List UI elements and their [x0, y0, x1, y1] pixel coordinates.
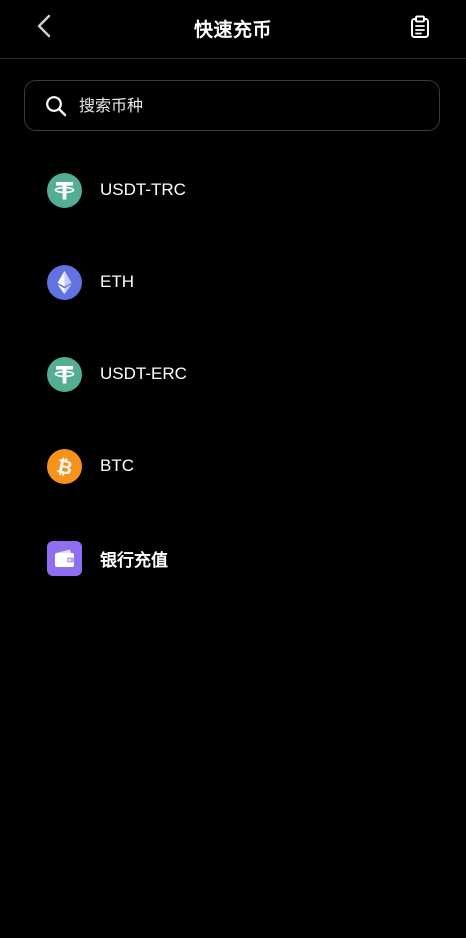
search-input[interactable]: [79, 96, 409, 115]
search-icon: [45, 95, 67, 117]
coin-item-usdt-erc[interactable]: USDT-ERC: [0, 328, 466, 420]
ethereum-icon: [47, 264, 82, 300]
clipboard-icon: [410, 15, 430, 43]
bitcoin-icon: ₿: [47, 448, 82, 484]
coin-item-usdt-trc[interactable]: USDT-TRC: [0, 144, 466, 236]
tether-icon: [47, 356, 82, 392]
coin-item-btc[interactable]: ₿ BTC: [0, 420, 466, 512]
top-bar: 快速充币: [0, 0, 466, 59]
coin-label: USDT-TRC: [100, 180, 186, 199]
coin-label: ETH: [100, 272, 134, 291]
search-box[interactable]: [24, 80, 440, 131]
coin-label: BTC: [100, 456, 134, 475]
coin-list: USDT-TRC ETH USDT-ERC ₿ BTC 银行充值: [0, 144, 466, 604]
records-button[interactable]: [406, 15, 434, 43]
coin-label: USDT-ERC: [100, 364, 187, 383]
page-title: 快速充币: [193, 19, 272, 41]
tether-icon: [47, 172, 82, 208]
coin-item-bank-deposit[interactable]: 银行充值: [0, 512, 466, 604]
coin-label: 银行充值: [100, 550, 168, 571]
coin-item-eth[interactable]: ETH: [0, 236, 466, 328]
wallet-icon: [47, 540, 82, 576]
